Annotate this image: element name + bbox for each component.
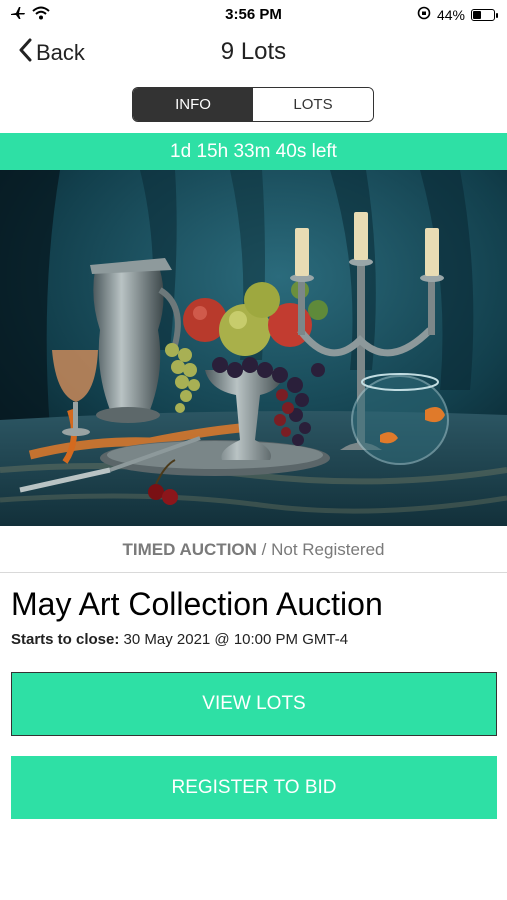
auction-type-line: TIMED AUCTION / Not Registered [0,540,507,560]
orientation-lock-icon [417,6,431,23]
status-bar: 3:56 PM 44% [0,0,507,30]
nav-bar: Back 9 Lots [0,30,507,76]
tab-lots[interactable]: LOTS [253,88,373,121]
divider [0,572,507,573]
info-lots-segmented-control: INFO LOTS [132,87,374,122]
register-to-bid-button[interactable]: REGISTER TO BID [11,756,497,819]
auction-type-separator: / [256,540,272,559]
tab-info[interactable]: INFO [133,88,253,121]
battery-icon [471,8,498,21]
close-time-line: Starts to close: 30 May 2021 @ 10:00 PM … [11,631,348,648]
auction-cover-image [0,170,507,526]
countdown-banner: 1d 15h 33m 40s left [0,133,507,170]
battery-percent: 44% [436,6,465,23]
view-lots-button[interactable]: VIEW LOTS [11,672,497,736]
page-title: 9 Lots [220,38,287,65]
status-right: 44% [417,6,498,23]
registration-status: Not Registered [271,540,385,559]
close-time-label: Starts to close: [11,631,120,648]
close-time-value: 30 May 2021 @ 10:00 PM GMT-4 [119,631,349,648]
battery-fill [473,10,481,19]
auction-type: TIMED AUCTION [122,540,257,559]
auction-title: May Art Collection Auction [11,586,383,622]
